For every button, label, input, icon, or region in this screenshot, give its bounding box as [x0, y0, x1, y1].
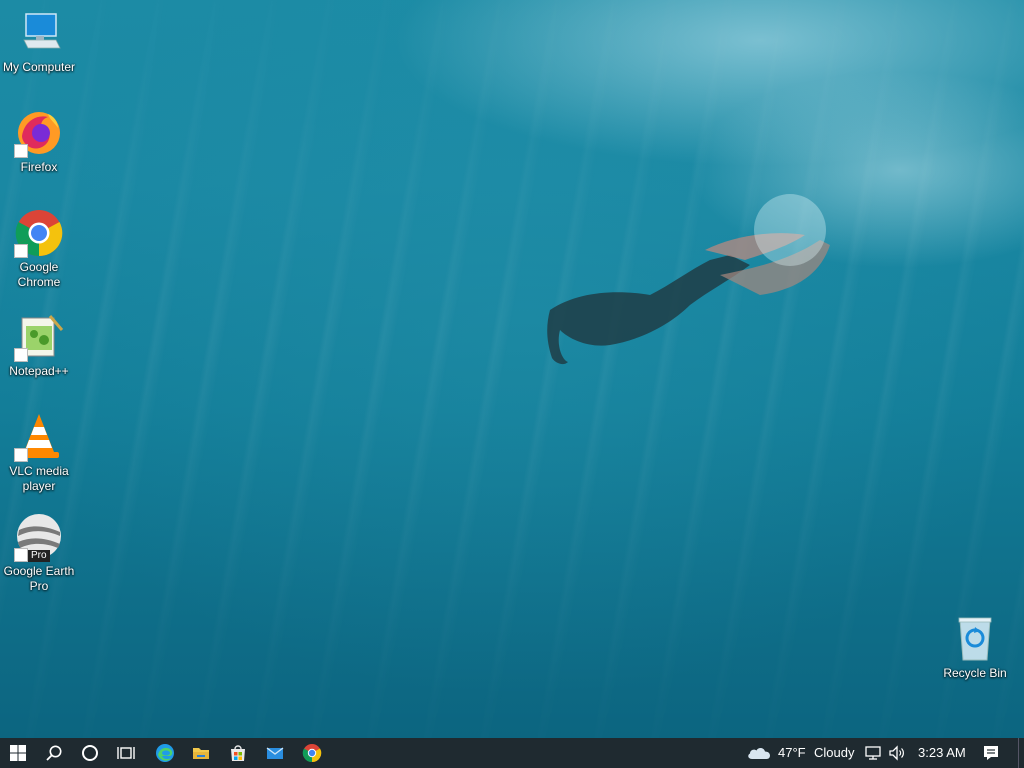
computer-icon [14, 8, 64, 58]
desktop[interactable]: My Computer Firefox Google Chrome Notepa… [0, 0, 1024, 738]
action-center-button[interactable] [974, 738, 1008, 768]
taskbar-mail[interactable] [257, 738, 293, 768]
desktop-icon-chrome[interactable]: Google Chrome [0, 208, 78, 290]
weather-temperature: 47°F [778, 745, 806, 760]
desktop-icon-label: My Computer [2, 60, 76, 74]
volume-button[interactable] [886, 738, 908, 768]
desktop-icon-label: Notepad++ [9, 364, 69, 378]
cloud-icon [748, 747, 770, 759]
firefox-icon [14, 108, 64, 158]
taskbar-edge[interactable] [147, 738, 183, 768]
network-button[interactable] [862, 738, 884, 768]
notepad-plus-plus-icon [14, 312, 64, 362]
task-view-button[interactable] [108, 738, 144, 768]
clock[interactable]: 3:23 AM [918, 738, 966, 768]
desktop-icon-recycle-bin[interactable]: Recycle Bin [936, 614, 1014, 681]
recycle-bin-icon [950, 614, 1000, 664]
light-rays [0, 0, 1024, 738]
desktop-icon-notepad-plus-plus[interactable]: Notepad++ [0, 312, 78, 379]
desktop-icon-label: Firefox [20, 160, 58, 174]
shortcut-arrow-icon [14, 548, 28, 562]
store-icon [231, 745, 245, 761]
desktop-icon-label: Recycle Bin [943, 666, 1007, 680]
desktop-icon-vlc[interactable]: VLC media player [0, 412, 78, 494]
desktop-icon-label: Google Chrome [17, 260, 61, 289]
desktop-icon-label: VLC media player [9, 464, 69, 493]
shortcut-arrow-icon [14, 348, 28, 362]
desktop-icon-firefox[interactable]: Firefox [0, 108, 78, 175]
start-button[interactable] [0, 738, 36, 768]
search-icon [46, 745, 62, 761]
shortcut-arrow-icon [14, 448, 28, 462]
task-view-icon [117, 747, 135, 759]
edge-icon [156, 744, 174, 762]
shortcut-arrow-icon [14, 144, 28, 158]
pro-badge: Pro [28, 550, 50, 562]
file-explorer-icon [193, 748, 209, 759]
volume-icon [889, 745, 904, 761]
taskbar-store[interactable] [220, 738, 256, 768]
search-button[interactable] [36, 738, 72, 768]
taskbar-file-explorer[interactable] [183, 738, 219, 768]
notification-icon [984, 746, 998, 760]
cortana-icon [82, 745, 98, 761]
chrome-icon [302, 744, 322, 763]
desktop-icon-label: Google Earth Pro [3, 564, 75, 593]
start-icon [10, 745, 26, 761]
weather-condition: Cloudy [814, 745, 855, 760]
shortcut-arrow-icon [14, 244, 28, 258]
network-icon [865, 746, 881, 760]
weather-widget[interactable]: 47°F Cloudy [744, 738, 872, 768]
taskbar-chrome[interactable] [294, 738, 330, 768]
mail-icon [266, 747, 284, 759]
desktop-icon-my-computer[interactable]: My Computer [0, 8, 78, 75]
google-earth-pro-icon: Pro [14, 512, 64, 562]
show-desktop-button[interactable] [1018, 738, 1024, 768]
vlc-icon [14, 412, 64, 462]
cortana-button[interactable] [72, 738, 108, 768]
chrome-icon [14, 208, 64, 258]
desktop-icon-google-earth-pro[interactable]: Pro Google Earth Pro [0, 512, 78, 594]
taskbar: 47°F Cloudy 3:23 AM [0, 738, 1024, 768]
wallpaper-diver [547, 194, 830, 365]
